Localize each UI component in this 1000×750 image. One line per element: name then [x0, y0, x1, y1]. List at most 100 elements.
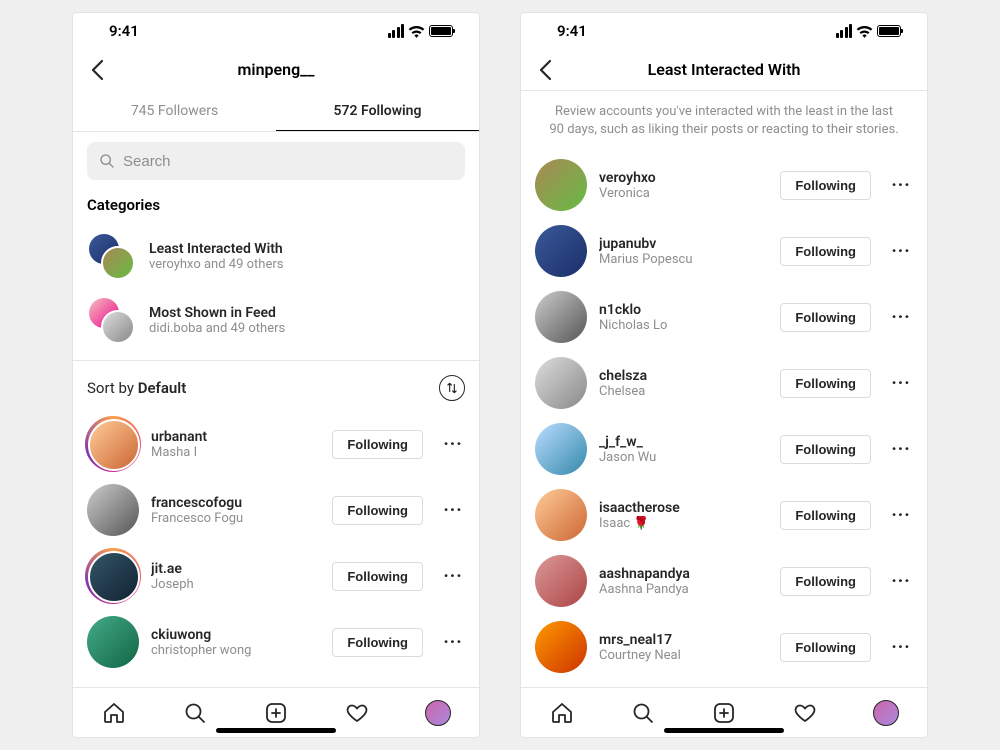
list-item[interactable]: aashnapandyaAashna Pandya Following ··· — [521, 548, 927, 614]
plus-square-icon — [712, 701, 736, 725]
following-button[interactable]: Following — [780, 567, 871, 596]
home-indicator — [664, 728, 784, 733]
display-name: Jason Wu — [599, 450, 768, 465]
status-time: 9:41 — [109, 22, 139, 40]
tab-followers[interactable]: 745 Followers — [73, 91, 276, 131]
avatar — [535, 555, 587, 607]
username: _j_f_w_ — [599, 434, 768, 450]
search-input-wrapper[interactable] — [87, 142, 465, 180]
following-button[interactable]: Following — [332, 628, 423, 657]
list-item[interactable]: veroyhxoVeronica Following ··· — [521, 152, 927, 218]
search-input[interactable] — [123, 153, 453, 170]
search-tab[interactable] — [630, 700, 656, 726]
cellular-icon — [836, 24, 853, 38]
list-item[interactable]: francescofogu Francesco Fogu Following ·… — [73, 477, 479, 543]
status-bar: 9:41 — [73, 13, 479, 49]
sort-button[interactable] — [439, 375, 465, 401]
more-button[interactable]: ··· — [441, 632, 465, 653]
cellular-icon — [388, 24, 405, 38]
list-item[interactable]: mrs_neal17Courtney Neal Following ··· — [521, 614, 927, 680]
home-icon — [550, 701, 574, 725]
new-post-tab[interactable] — [263, 700, 289, 726]
avatar — [87, 484, 139, 536]
more-button[interactable]: ··· — [889, 505, 913, 526]
tab-following[interactable]: 572 Following — [276, 91, 479, 131]
categories-heading: Categories — [73, 190, 479, 224]
new-post-tab[interactable] — [711, 700, 737, 726]
status-bar: 9:41 — [521, 13, 927, 49]
wifi-icon — [408, 25, 425, 38]
category-avatars — [87, 232, 135, 280]
list-item[interactable]: chelszaChelsea Following ··· — [521, 350, 927, 416]
battery-icon — [877, 25, 901, 37]
category-title: Most Shown in Feed — [149, 305, 285, 321]
more-button[interactable]: ··· — [441, 434, 465, 455]
avatar — [535, 423, 587, 475]
display-name: Marius Popescu — [599, 252, 768, 267]
username: veroyhxo — [599, 170, 768, 186]
list-item[interactable]: isaactheroseIsaac 🌹 Following ··· — [521, 482, 927, 548]
home-tab[interactable] — [101, 700, 127, 726]
list-item[interactable]: n1ckloNicholas Lo Following ··· — [521, 284, 927, 350]
following-button[interactable]: Following — [332, 496, 423, 525]
description: Review accounts you've interacted with t… — [521, 91, 927, 152]
avatar — [535, 357, 587, 409]
home-icon — [102, 701, 126, 725]
tabs: 745 Followers 572 Following — [73, 91, 479, 132]
more-button[interactable]: ··· — [889, 439, 913, 460]
status-time: 9:41 — [557, 22, 587, 40]
activity-tab[interactable] — [344, 700, 370, 726]
category-subtitle: veroyhxo and 49 others — [149, 257, 283, 272]
display-name: Masha I — [151, 445, 320, 460]
list-item[interactable]: jit.ae Joseph Following ··· — [73, 543, 479, 609]
following-button[interactable]: Following — [780, 435, 871, 464]
more-button[interactable]: ··· — [889, 571, 913, 592]
least-interacted-list: veroyhxoVeronica Following ··· jupanubvM… — [521, 152, 927, 687]
more-button[interactable]: ··· — [441, 566, 465, 587]
search-tab[interactable] — [182, 700, 208, 726]
following-button[interactable]: Following — [780, 633, 871, 662]
wifi-icon — [856, 25, 873, 38]
following-button[interactable]: Following — [780, 237, 871, 266]
list-item[interactable]: jupanubvMarius Popescu Following ··· — [521, 218, 927, 284]
activity-tab[interactable] — [792, 700, 818, 726]
more-button[interactable]: ··· — [889, 241, 913, 262]
back-button[interactable] — [85, 58, 109, 82]
search-icon — [183, 701, 207, 725]
avatar — [535, 489, 587, 541]
following-button[interactable]: Following — [780, 501, 871, 530]
avatar — [88, 551, 140, 603]
heart-icon — [793, 701, 817, 725]
display-name: Isaac 🌹 — [599, 516, 768, 531]
back-button[interactable] — [533, 58, 557, 82]
avatar — [88, 419, 140, 471]
following-button[interactable]: Following — [332, 562, 423, 591]
username: aashnapandya — [599, 566, 768, 582]
list-item[interactable]: ckiuwong christopher wong Following ··· — [73, 609, 479, 675]
category-most-shown[interactable]: Most Shown in Feed didi.boba and 49 othe… — [73, 288, 479, 352]
profile-tab[interactable] — [425, 700, 451, 726]
more-button[interactable]: ··· — [889, 373, 913, 394]
page-title: minpeng__ — [238, 60, 315, 79]
page-title: Least Interacted With — [648, 60, 801, 79]
avatar — [535, 159, 587, 211]
more-button[interactable]: ··· — [889, 307, 913, 328]
following-button[interactable]: Following — [780, 369, 871, 398]
following-list: urbanant Masha I Following ··· francesco… — [73, 411, 479, 687]
following-button[interactable]: Following — [332, 430, 423, 459]
phone-following-screen: 9:41 minpeng__ 745 Followers 572 Followi… — [72, 12, 480, 738]
category-least-interacted[interactable]: Least Interacted With veroyhxo and 49 ot… — [73, 224, 479, 288]
following-button[interactable]: Following — [780, 171, 871, 200]
list-item[interactable]: urbanant Masha I Following ··· — [73, 411, 479, 477]
sort-arrows-icon — [445, 381, 459, 395]
more-button[interactable]: ··· — [441, 500, 465, 521]
home-tab[interactable] — [549, 700, 575, 726]
list-item[interactable]: _j_f_w_Jason Wu Following ··· — [521, 416, 927, 482]
username: francescofogu — [151, 495, 320, 511]
profile-tab[interactable] — [873, 700, 899, 726]
display-name: Veronica — [599, 186, 768, 201]
username: chelsza — [599, 368, 768, 384]
following-button[interactable]: Following — [780, 303, 871, 332]
more-button[interactable]: ··· — [889, 175, 913, 196]
more-button[interactable]: ··· — [889, 637, 913, 658]
